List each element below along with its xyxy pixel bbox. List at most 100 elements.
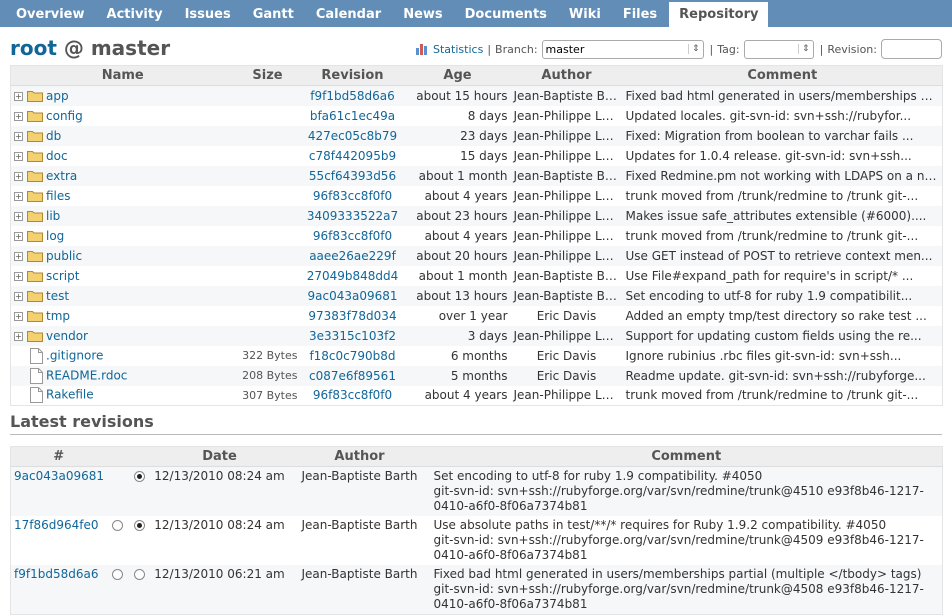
revision-compare-radio[interactable] <box>134 471 145 482</box>
column-header-age: Age <box>404 65 511 86</box>
column-header-name: Name <box>10 65 235 86</box>
revision-label: Revision: <box>827 42 877 56</box>
statistics-link[interactable]: Statistics <box>433 43 483 56</box>
expand-icon[interactable]: + <box>14 111 23 121</box>
entry-name-cell: + config <box>11 106 235 126</box>
entry-revision-link[interactable]: bfa61c1ec49a <box>310 109 395 123</box>
branch-select[interactable]: master ⇕ <box>541 39 704 59</box>
entry-size <box>235 126 301 146</box>
entry-row: + extra 55cf64393d56 about 1 month Jean-Bapt… <box>10 165 943 186</box>
revision-id-link[interactable]: 17f86d964fe0 <box>14 518 99 532</box>
entry-age: about 23 hours <box>416 208 508 223</box>
column-header-compare-to <box>128 446 151 467</box>
tab-overview[interactable]: Overview <box>6 2 95 27</box>
tab-wiki[interactable]: Wiki <box>559 2 611 27</box>
entry-name-link[interactable]: vendor <box>46 329 88 343</box>
entry-revision-link[interactable]: 27049b848dd4 <box>307 269 399 283</box>
folder-icon <box>27 109 46 123</box>
entry-revision-cell: 27049b848dd4 <box>301 266 405 286</box>
entry-name-cell: + vendor <box>11 326 235 346</box>
entry-name-link[interactable]: log <box>46 229 64 243</box>
entry-author: Jean-Philippe Lang <box>513 108 623 123</box>
entry-name-cell: + public <box>11 246 235 266</box>
entry-name-link[interactable]: .gitignore <box>46 348 103 362</box>
entry-name-link[interactable]: test <box>46 289 69 303</box>
tab-repository[interactable]: Repository <box>669 2 769 27</box>
tab-item: Files <box>613 0 667 27</box>
entry-revision-cell: 427ec05c8b79 <box>301 126 405 146</box>
entry-comment: Added an empty tmp/test directory so rak… <box>625 308 927 323</box>
entry-revision-link[interactable]: 96f83cc8f0f0 <box>313 388 392 402</box>
column-header-comment: Comment <box>622 65 943 86</box>
entry-revision-link[interactable]: 96f83cc8f0f0 <box>313 229 392 243</box>
entry-revision-link[interactable]: f9f1bd58d6a6 <box>310 89 394 103</box>
entry-name-cell: + db <box>11 126 235 146</box>
revision-id-link[interactable]: 9ac043a09681 <box>14 469 104 483</box>
tag-select[interactable]: ⇕ <box>743 39 814 59</box>
entry-revision-link[interactable]: f18c0c790b8d <box>309 349 395 363</box>
expand-icon[interactable]: + <box>14 231 23 241</box>
entry-name-link[interactable]: db <box>46 129 61 143</box>
entry-name-link[interactable]: doc <box>46 149 68 163</box>
revision-input[interactable] <box>881 39 942 59</box>
revision-compare-radio[interactable] <box>134 520 145 531</box>
tab-files[interactable]: Files <box>613 2 667 27</box>
statistics-icon <box>416 44 428 55</box>
tab-news[interactable]: News <box>393 2 452 27</box>
tab-calendar[interactable]: Calendar <box>306 2 391 27</box>
expand-icon[interactable]: + <box>14 271 23 281</box>
revision-radio-cell <box>129 516 151 565</box>
expand-icon[interactable]: + <box>14 191 23 201</box>
entry-revision-link[interactable]: 3e3315c103f2 <box>309 329 396 343</box>
entry-name-link[interactable]: Rakefile <box>46 388 94 402</box>
entry-name-link[interactable]: public <box>46 249 82 263</box>
revision-radio-cell <box>107 565 129 615</box>
entry-name-link[interactable]: lib <box>46 209 60 223</box>
entry-size: 208 Bytes <box>242 369 298 382</box>
entry-size <box>235 226 301 246</box>
entry-revision-link[interactable]: 97383f78d034 <box>308 309 396 323</box>
folder-icon <box>27 169 46 183</box>
tab-gantt[interactable]: Gantt <box>243 2 304 27</box>
tab-issues[interactable]: Issues <box>175 2 241 27</box>
entry-revision-link[interactable]: aaee26ae229f <box>309 249 396 263</box>
tab-item: Wiki <box>559 0 611 27</box>
entry-name-link[interactable]: extra <box>46 169 77 183</box>
entry-name-link[interactable]: files <box>46 189 71 203</box>
entry-revision-link[interactable]: 9ac043a09681 <box>307 289 397 303</box>
entry-revision-link[interactable]: 427ec05c8b79 <box>308 129 397 143</box>
revision-compare-radio[interactable] <box>112 520 123 531</box>
expand-icon[interactable]: + <box>14 251 23 261</box>
entry-name-link[interactable]: config <box>46 109 83 123</box>
tab-documents[interactable]: Documents <box>455 2 557 27</box>
expand-icon[interactable]: + <box>14 151 23 161</box>
tab-activity[interactable]: Activity <box>97 2 173 27</box>
entry-comment: Ignore rubinius .rbc files git-svn-id: s… <box>625 348 902 363</box>
select-arrows-icon: ⇕ <box>798 44 810 54</box>
expand-icon[interactable]: + <box>14 171 23 181</box>
expand-icon[interactable]: + <box>14 131 23 141</box>
root-link[interactable]: root <box>10 36 57 60</box>
entry-revision-link[interactable]: 96f83cc8f0f0 <box>313 189 392 203</box>
revision-comment: Use absolute paths in test/**/* requires… <box>433 518 924 562</box>
entry-revision-cell: f9f1bd58d6a6 <box>301 86 405 106</box>
entry-name-link[interactable]: app <box>46 89 69 103</box>
folder-icon <box>27 149 46 163</box>
expand-icon[interactable]: + <box>14 331 23 341</box>
entry-author: Jean-Philippe Lang <box>513 388 623 403</box>
entry-revision-link[interactable]: c78f442095b9 <box>309 149 396 163</box>
expand-icon[interactable]: + <box>14 311 23 321</box>
entry-name-link[interactable]: README.rdoc <box>46 368 127 382</box>
repository-controls: Statistics | Branch: master ⇕ | Tag: ⇕ |… <box>415 39 942 59</box>
revision-compare-radio[interactable] <box>134 569 145 580</box>
expand-icon[interactable]: + <box>14 291 23 301</box>
entry-name-link[interactable]: script <box>46 269 79 283</box>
revision-compare-radio[interactable] <box>112 569 123 580</box>
entry-name-link[interactable]: tmp <box>46 309 70 323</box>
expand-icon[interactable]: + <box>14 91 23 101</box>
revision-id-link[interactable]: f9f1bd58d6a6 <box>14 567 98 581</box>
entry-revision-link[interactable]: 55cf64393d56 <box>309 169 396 183</box>
entry-revision-link[interactable]: 3409333522a7 <box>307 209 398 223</box>
entry-revision-link[interactable]: c087e6f89561 <box>309 369 396 383</box>
expand-icon[interactable]: + <box>14 211 23 221</box>
